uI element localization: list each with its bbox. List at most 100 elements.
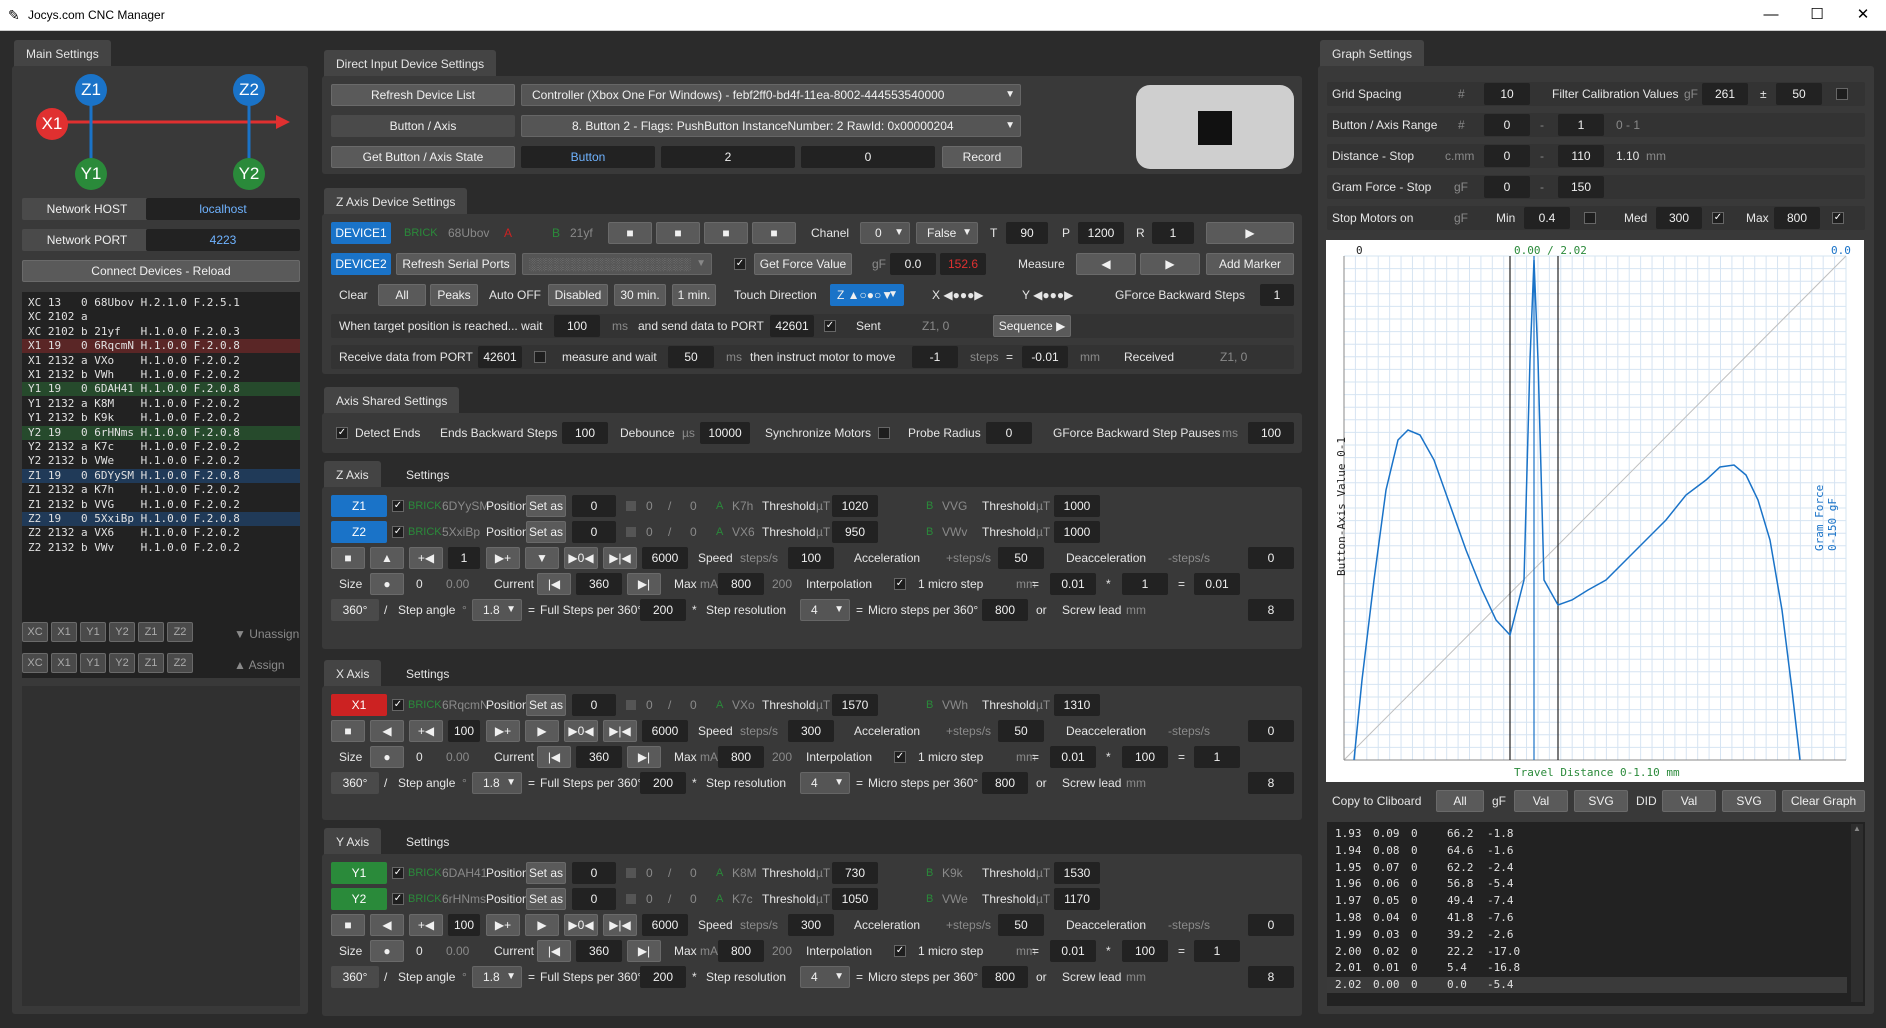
pauses-input[interactable]: 100 <box>1248 422 1294 444</box>
full-steps-input[interactable]: 200 <box>640 966 686 988</box>
current-min-button[interactable]: |◀ <box>537 940 571 962</box>
r-input[interactable]: 1 <box>1152 222 1194 244</box>
button-axis-select[interactable]: 8. Button 2 - Flags: PushButton Instance… <box>521 115 1021 137</box>
step-back-button[interactable]: +◀ <box>409 914 443 936</box>
unassign-label[interactable]: ▼ Unassign <box>234 623 299 645</box>
tab-graph-settings[interactable]: Graph Settings <box>1320 40 1425 68</box>
current-input[interactable]: 360 <box>576 573 622 595</box>
distance-a-input[interactable]: 0 <box>1484 145 1530 167</box>
sync-motors-checkbox[interactable] <box>878 427 890 439</box>
debounce-input[interactable]: 10000 <box>700 422 750 444</box>
tab-main-settings[interactable]: Main Settings <box>14 40 111 68</box>
result-input[interactable]: 0.01 <box>1194 573 1240 595</box>
speed-input[interactable]: 300 <box>788 914 834 936</box>
copy-did-svg-button[interactable]: SVG <box>1722 790 1776 812</box>
ends-back-input[interactable]: 100 <box>562 422 608 444</box>
move-forward-button[interactable]: ▶ <box>525 914 559 936</box>
gram-a-input[interactable]: 0 <box>1484 176 1530 198</box>
ends-button[interactable]: ▶|◀ <box>603 720 637 742</box>
table-row[interactable]: 1.93 0.09 0 66.2 -1.8 <box>1327 826 1847 842</box>
move-mm-input[interactable]: -0.01 <box>1022 346 1068 368</box>
minimize-icon[interactable]: — <box>1748 3 1794 27</box>
threshold-a-input[interactable]: 1570 <box>832 694 878 716</box>
motor-badge-m2[interactable]: Z2 <box>331 521 387 543</box>
med-checkbox[interactable]: ✓ <box>1712 212 1724 224</box>
speed-max-input[interactable]: 6000 <box>642 720 688 742</box>
tab-x-settings[interactable]: Settings <box>394 660 461 688</box>
auto-off-disabled-button[interactable]: Disabled <box>548 284 608 306</box>
filter-input[interactable]: 261 <box>1702 83 1748 105</box>
position-input[interactable]: 0 <box>572 495 616 517</box>
clear-graph-button[interactable]: Clear Graph <box>1782 790 1865 812</box>
measure-wait-input[interactable]: 50 <box>668 346 714 368</box>
send-port-input[interactable]: 42601 <box>770 315 814 337</box>
touch-y-select[interactable]: Y ◀●●●▶ <box>1022 284 1073 306</box>
step-forward-button[interactable]: ▶+ <box>486 914 520 936</box>
interpolation-checkbox[interactable]: ✓ <box>894 578 906 590</box>
step-back-button[interactable]: +◀ <box>409 720 443 742</box>
accel-input[interactable]: 50 <box>998 547 1044 569</box>
current-min-button[interactable]: |◀ <box>537 746 571 768</box>
device-list-item[interactable]: X1 2132 a VXo H.1.0.0 F.2.0.2 <box>22 354 300 368</box>
copy-did-val-button[interactable]: Val <box>1662 790 1716 812</box>
set-as-button[interactable]: Set as <box>526 694 566 716</box>
copy-gf-svg-button[interactable]: SVG <box>1574 790 1628 812</box>
probe-radius-input[interactable]: 0 <box>986 422 1032 444</box>
result-input[interactable]: 1 <box>1194 940 1240 962</box>
chip-x1[interactable]: X1 <box>51 622 77 642</box>
log-scrollbar[interactable]: ▲ <box>1851 824 1863 1002</box>
position-input[interactable]: 0 <box>572 694 616 716</box>
screw-lead-input[interactable]: 8 <box>1248 772 1294 794</box>
get-force-value-button[interactable]: Get Force Value <box>754 253 852 275</box>
controller-select[interactable]: Controller (Xbox One For Windows) - febf… <box>521 84 1021 106</box>
device-list-item[interactable]: Y1 19 0 6DAH41 H.1.0.0 F.2.0.8 <box>22 382 300 397</box>
receive-checkbox[interactable] <box>534 351 546 363</box>
threshold-a-input[interactable]: 1020 <box>832 495 878 517</box>
chip-y1[interactable]: Y1 <box>80 653 106 673</box>
speed-input[interactable]: 100 <box>788 547 834 569</box>
chip-y2[interactable]: Y2 <box>109 653 135 673</box>
table-row[interactable]: 1.98 0.04 0 41.8 -7.6 <box>1327 910 1847 926</box>
device2-badge[interactable]: DEVICE2 <box>331 253 391 275</box>
size-dot-button[interactable]: ● <box>370 940 404 962</box>
step-input[interactable]: 1 <box>448 547 480 569</box>
screw-lead-input[interactable]: 8 <box>1248 966 1294 988</box>
serial-port-select[interactable]: ░░░░░░░░░░░░░░░░░░░ <box>522 253 712 275</box>
step-angle-select[interactable]: 1.8 <box>472 599 522 621</box>
device-list-item[interactable]: Z1 2132 b VVG H.1.0.0 F.2.0.2 <box>22 498 300 512</box>
device-list-item[interactable]: Z1 2132 a K7h H.1.0.0 F.2.0.2 <box>22 483 300 497</box>
tab-x-axis[interactable]: X Axis <box>324 660 382 688</box>
chip-x1[interactable]: X1 <box>51 653 77 673</box>
min-input[interactable]: 0.4 <box>1524 207 1570 229</box>
move-forward-button[interactable]: ▶ <box>525 720 559 742</box>
touch-z-select[interactable]: Z ▲○●○▼ <box>830 284 904 306</box>
set-as-button[interactable]: Set as <box>526 888 566 910</box>
refresh-serial-ports-button[interactable]: Refresh Serial Ports <box>396 253 516 275</box>
refresh-device-list-button[interactable]: Refresh Device List <box>331 84 515 106</box>
chip-xc[interactable]: XC <box>22 622 48 642</box>
move-back-button[interactable]: ◀ <box>370 720 404 742</box>
serial-checkbox[interactable]: ✓ <box>734 258 746 270</box>
t-input[interactable]: 90 <box>1006 222 1048 244</box>
receive-port-input[interactable]: 42601 <box>478 346 522 368</box>
get-state-button[interactable]: Get Button / Axis State <box>331 146 515 168</box>
record-button[interactable]: Record <box>942 146 1022 168</box>
step-forward-button[interactable]: ▶+ <box>486 547 520 569</box>
threshold-b-input[interactable]: 1310 <box>1054 694 1100 716</box>
med-input[interactable]: 300 <box>1656 207 1702 229</box>
close-icon[interactable]: ✕ <box>1840 3 1886 27</box>
micro-step-input[interactable]: 0.01 <box>1050 573 1096 595</box>
step-angle-select[interactable]: 1.8 <box>472 966 522 988</box>
center-button[interactable]: ▶0◀ <box>564 720 598 742</box>
wait-input[interactable]: 100 <box>554 315 600 337</box>
position-input[interactable]: 0 <box>572 521 616 543</box>
stop-button-4[interactable]: ■ <box>752 222 796 244</box>
micro-steps-input[interactable]: 800 <box>982 966 1028 988</box>
accel-input[interactable]: 50 <box>998 914 1044 936</box>
current-input[interactable]: 360 <box>576 940 622 962</box>
motor-enable-checkbox[interactable]: ✓ <box>392 867 404 879</box>
stop-button[interactable]: ■ <box>331 547 365 569</box>
size-dot-button[interactable]: ● <box>370 573 404 595</box>
current-max-button[interactable]: ▶| <box>627 746 661 768</box>
micro-step-input[interactable]: 0.01 <box>1050 940 1096 962</box>
